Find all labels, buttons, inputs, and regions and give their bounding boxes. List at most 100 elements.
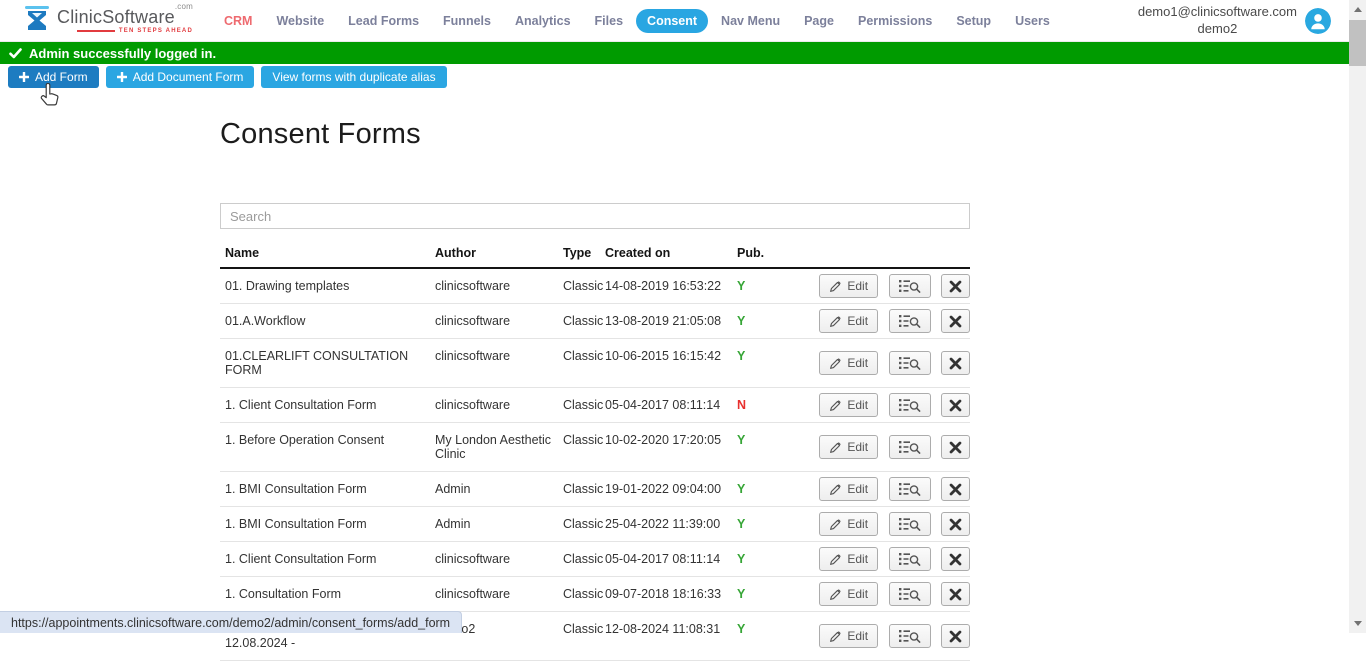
view-entries-button[interactable] [889,274,931,298]
status-bar: https://appointments.clinicsoftware.com/… [0,611,462,633]
edit-button-label: Edit [847,440,868,454]
toolbar-button[interactable]: Add Form [8,66,99,88]
edit-button[interactable]: Edit [819,582,878,606]
view-entries-button[interactable] [889,582,931,606]
view-entries-button[interactable] [889,624,931,648]
top-bar: ClinicSoftware.com TEN STEPS AHEAD CRM W… [0,0,1349,42]
delete-button[interactable] [941,477,970,501]
view-entries-button[interactable] [889,477,931,501]
pencil-icon [829,357,842,370]
table-row: 1. Client Consultation Form clinicsoftwa… [220,388,970,423]
browser-viewport: ClinicSoftware.com TEN STEPS AHEAD CRM W… [0,0,1349,633]
edit-button-label: Edit [847,279,868,293]
edit-button[interactable]: Edit [819,512,878,536]
form-author-cell: clinicsoftware [435,304,563,339]
user-email: demo1@clinicsoftware.com [1138,4,1297,21]
form-author-cell: clinicsoftware [435,339,563,388]
form-type-cell: Classic [563,577,605,612]
logo-tagline: TEN STEPS AHEAD [57,28,193,34]
edit-button[interactable]: Edit [819,477,878,501]
form-name-cell: 1. BMI Consultation Form [220,507,435,542]
nav-item[interactable]: Page [793,9,845,33]
form-actions-cell: Edit [797,304,970,339]
form-actions-cell: Edit [797,339,970,388]
table-row: 01. Drawing templates clinicsoftware Cla… [220,268,970,304]
delete-button[interactable] [941,512,970,536]
view-entries-button[interactable] [889,435,931,459]
toolbar-button[interactable]: Add Document Form [106,66,255,88]
list-search-icon [899,587,921,601]
nav-item[interactable]: Nav Menu [710,9,791,33]
status-bar-url: https://appointments.clinicsoftware.com/… [11,616,450,630]
form-actions-cell: Edit [797,612,970,661]
edit-button[interactable]: Edit [819,274,878,298]
nav-item[interactable]: Permissions [847,9,943,33]
header-author: Author [435,242,563,268]
pencil-icon [829,483,842,496]
table-row: 1. Before Operation Consent My London Ae… [220,423,970,472]
vertical-scrollbar[interactable] [1349,0,1366,633]
view-entries-button[interactable] [889,351,931,375]
delete-button[interactable] [941,393,970,417]
view-entries-button[interactable] [889,309,931,333]
edit-button[interactable]: Edit [819,624,878,648]
nav-item[interactable]: Website [265,9,335,33]
nav-item[interactable]: CRM [213,9,263,33]
view-entries-button[interactable] [889,512,931,536]
success-alert-bar: Admin successfully logged in. [0,42,1349,64]
scroll-down-arrow[interactable] [1349,615,1366,632]
main-content: Consent Forms Name Author Type Created o… [220,118,970,661]
hourglass-logo-icon [24,5,51,36]
nav-item[interactable]: Analytics [504,9,582,33]
nav-item[interactable]: Consent [636,9,708,33]
toolbar-button[interactable]: View forms with duplicate alias [261,66,446,88]
nav-item[interactable]: Files [584,9,635,33]
edit-button-label: Edit [847,398,868,412]
pencil-icon [829,399,842,412]
scrollbar-thumb[interactable] [1349,20,1366,66]
nav-item[interactable]: Lead Forms [337,9,430,33]
pencil-icon [829,518,842,531]
edit-button-label: Edit [847,587,868,601]
x-icon [949,588,962,601]
form-type-cell: Classic [563,542,605,577]
edit-button[interactable]: Edit [819,351,878,375]
view-entries-button[interactable] [889,393,931,417]
x-icon [949,441,962,454]
edit-button[interactable]: Edit [819,435,878,459]
delete-button[interactable] [941,435,970,459]
logo-text: ClinicSoftware.com TEN STEPS AHEAD [57,8,193,34]
search-input[interactable] [220,203,970,229]
alert-message: Admin successfully logged in. [29,46,216,61]
edit-button[interactable]: Edit [819,309,878,333]
list-search-icon [899,629,921,643]
nav-item[interactable]: Setup [945,9,1002,33]
delete-button[interactable] [941,624,970,648]
x-icon [949,483,962,496]
form-created-cell: 05-04-2017 08:11:14 [605,388,737,423]
clinicsoftware-logo[interactable]: ClinicSoftware.com TEN STEPS AHEAD [24,5,193,36]
form-toolbar: Add Form Add Document Form View forms wi… [0,64,1349,88]
delete-button[interactable] [941,351,970,375]
nav-item[interactable]: Funnels [432,9,502,33]
header-pub: Pub. [737,242,797,268]
logo-clinic: Clinic [57,7,102,27]
form-pub-cell: N [737,388,797,423]
form-type-cell: Classic [563,612,605,661]
edit-button[interactable]: Edit [819,393,878,417]
user-avatar-icon[interactable] [1305,8,1331,34]
form-name-cell: 1. Consultation Form [220,577,435,612]
nav-item[interactable]: Users [1004,9,1061,33]
delete-button[interactable] [941,274,970,298]
user-info: demo1@clinicsoftware.com demo2 [1138,4,1297,38]
edit-button[interactable]: Edit [819,547,878,571]
form-actions-cell: Edit [797,577,970,612]
view-entries-button[interactable] [889,547,931,571]
delete-button[interactable] [941,309,970,333]
plus-icon [19,72,29,82]
edit-button-label: Edit [847,552,868,566]
scroll-up-arrow[interactable] [1349,1,1366,18]
delete-button[interactable] [941,582,970,606]
edit-button-label: Edit [847,314,868,328]
delete-button[interactable] [941,547,970,571]
